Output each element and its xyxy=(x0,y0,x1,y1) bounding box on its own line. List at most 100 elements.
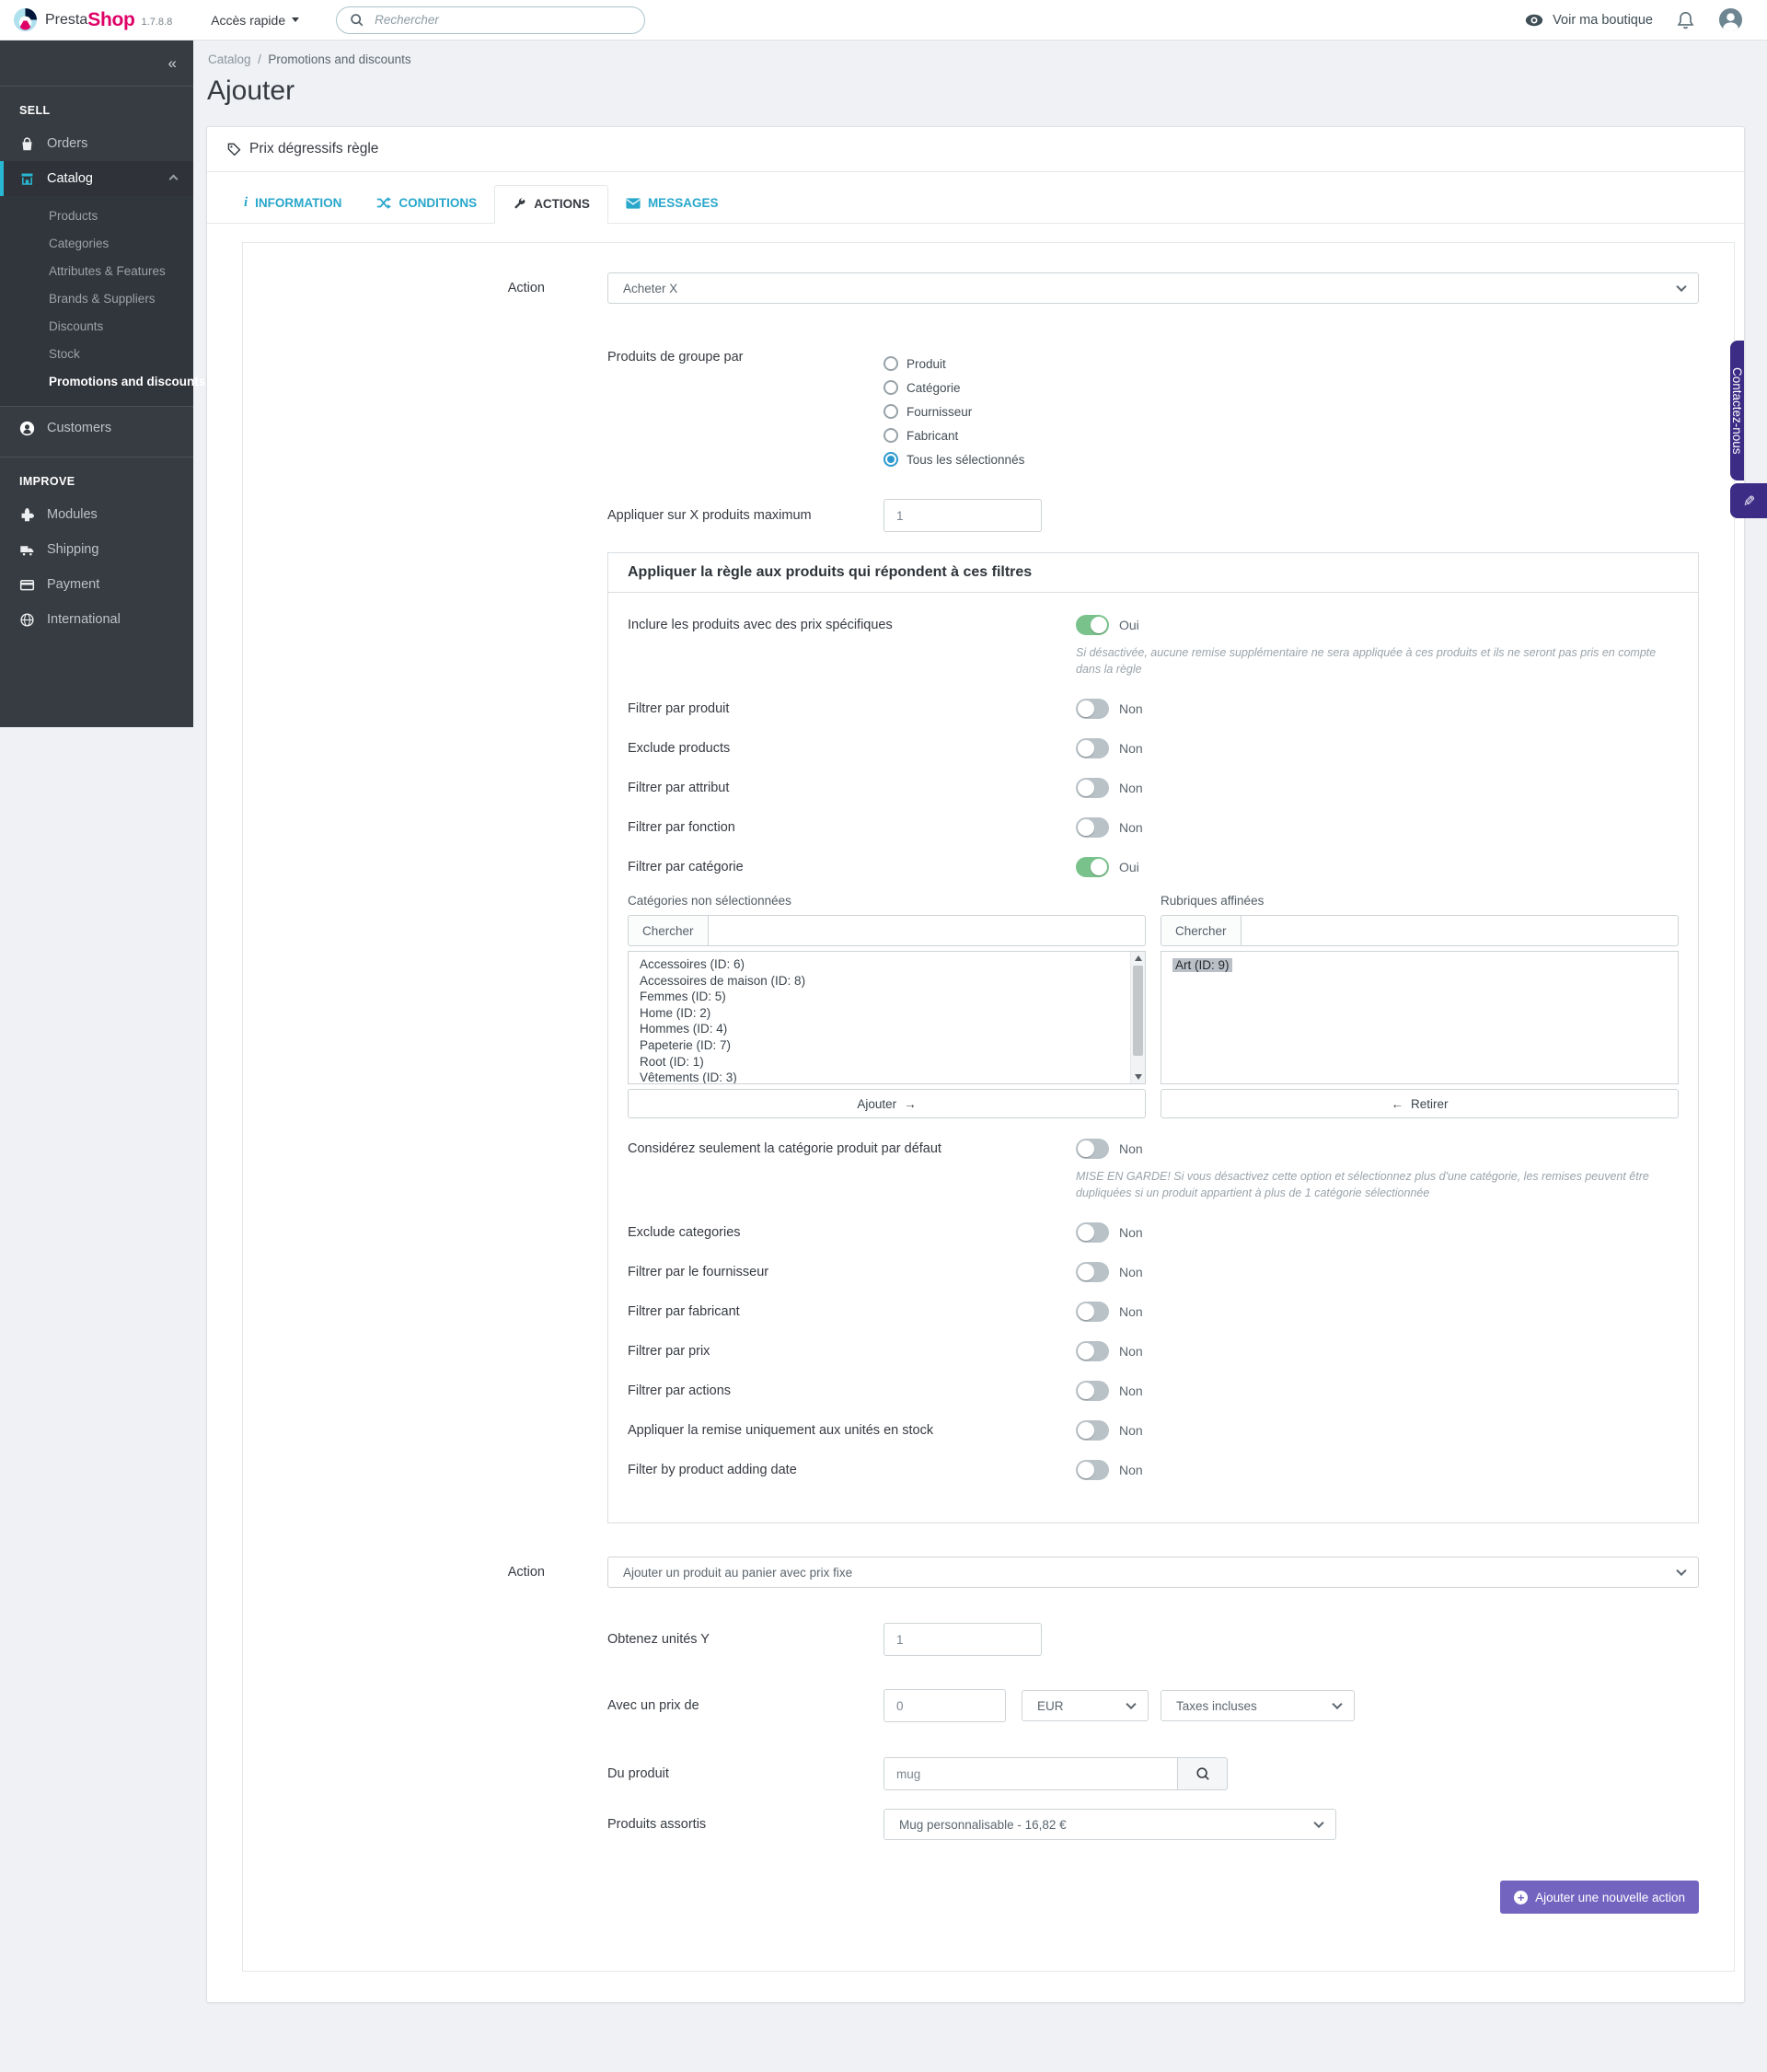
exclude-categories-toggle[interactable] xyxy=(1076,1222,1109,1243)
tab-information[interactable]: i INFORMATION xyxy=(226,185,359,223)
action2-select[interactable]: Ajouter un produit au panier avec prix f… xyxy=(607,1557,1699,1588)
sidebar-item-orders[interactable]: Orders xyxy=(0,126,193,161)
remove-category-button[interactable]: ← Retirer xyxy=(1161,1089,1679,1118)
add-category-button[interactable]: Ajouter → xyxy=(628,1089,1146,1118)
user-avatar[interactable] xyxy=(1718,7,1743,32)
sidebar-item-brands-suppliers[interactable]: Brands & Suppliers xyxy=(0,285,193,313)
radio-option-fabricant[interactable]: Fabricant xyxy=(884,423,1024,447)
category-option[interactable]: Root (ID: 1) xyxy=(640,1054,1132,1071)
selected-categories-title: Rubriques affinées xyxy=(1161,894,1265,908)
quick-access-menu[interactable]: Accès rapide xyxy=(211,13,300,28)
radio-icon xyxy=(884,428,898,443)
toggle-state: Non xyxy=(1119,1423,1143,1438)
assorted-select[interactable]: Mug personnalisable - 16,82 € xyxy=(884,1809,1336,1840)
filter-product-toggle[interactable] xyxy=(1076,699,1109,719)
prestashop-logo[interactable]: Presta Shop 1.7.8.8 xyxy=(13,7,172,32)
assorted-selected-value: Mug personnalisable - 16,82 € xyxy=(899,1817,1067,1832)
filter-category-toggle[interactable] xyxy=(1076,857,1109,877)
tab-actions[interactable]: ACTIONS xyxy=(494,185,608,224)
radio-option-produit[interactable]: Produit xyxy=(884,352,1024,376)
sidebar-item-customers[interactable]: Customers xyxy=(0,407,193,449)
search-input[interactable] xyxy=(373,12,632,28)
adding-date-toggle[interactable] xyxy=(1076,1460,1109,1480)
sidebar-item-attributes-features[interactable]: Attributes & Features xyxy=(0,258,193,285)
action1-row: Action Acheter X xyxy=(278,272,1699,304)
sidebar-item-modules[interactable]: Modules xyxy=(0,497,193,532)
stock-only-toggle[interactable] xyxy=(1076,1420,1109,1441)
view-shop-link[interactable]: Voir ma boutique xyxy=(1525,13,1653,28)
radio-selected-icon xyxy=(884,452,898,467)
filter-manufacturer-toggle[interactable] xyxy=(1076,1302,1109,1322)
sidebar-item-label: Shipping xyxy=(47,542,99,557)
sidebar-item-payment[interactable]: Payment xyxy=(0,567,193,602)
filter-row-attribute: Filtrer par attribut Non xyxy=(628,774,1679,802)
filter-attribute-toggle[interactable] xyxy=(1076,778,1109,798)
category-option[interactable]: Accessoires de maison (ID: 8) xyxy=(640,973,1132,990)
product-search-input[interactable] xyxy=(884,1757,1178,1790)
sidebar-item-promotions-discounts[interactable]: Promotions and discounts xyxy=(0,368,205,396)
action1-select[interactable]: Acheter X xyxy=(607,272,1699,304)
radio-option-fournisseur[interactable]: Fournisseur xyxy=(884,399,1024,423)
catalog-store-icon xyxy=(19,171,35,187)
list-scrollbar[interactable] xyxy=(1130,952,1145,1083)
radio-option-tous-selectionnes[interactable]: Tous les sélectionnés xyxy=(884,447,1024,471)
tab-conditions[interactable]: CONDITIONS xyxy=(359,185,494,223)
category-option[interactable]: Papeterie (ID: 7) xyxy=(640,1037,1132,1054)
arrow-right-icon: → xyxy=(904,1096,917,1111)
category-option[interactable]: Home (ID: 2) xyxy=(640,1005,1132,1022)
max-products-input[interactable] xyxy=(884,499,1042,532)
selected-categories-search-input[interactable] xyxy=(1241,915,1679,946)
add-new-action-button[interactable]: + Ajouter une nouvelle action xyxy=(1500,1881,1699,1914)
exclude-products-toggle[interactable] xyxy=(1076,738,1109,758)
sidebar-item-label: International xyxy=(47,612,121,627)
selected-category-option[interactable]: Art (ID: 9) xyxy=(1172,958,1232,972)
category-option[interactable]: Femmes (ID: 5) xyxy=(640,989,1132,1005)
notifications-bell-icon[interactable] xyxy=(1677,11,1694,29)
sidebar-item-products[interactable]: Products xyxy=(0,203,193,230)
sidebar-item-shipping[interactable]: Shipping xyxy=(0,532,193,567)
include-specific-toggle[interactable] xyxy=(1076,615,1109,635)
currency-select[interactable]: EUR xyxy=(1022,1690,1149,1721)
sidebar-item-stock[interactable]: Stock xyxy=(0,341,193,368)
orders-bag-icon xyxy=(19,136,35,152)
filter-actions-toggle[interactable] xyxy=(1076,1381,1109,1401)
filter-price-toggle[interactable] xyxy=(1076,1341,1109,1361)
available-categories-column: Catégories non sélectionnées Chercher Ac… xyxy=(628,894,1146,1118)
filter-feature-toggle[interactable] xyxy=(1076,817,1109,838)
filter-row-default-category: Considérez seulement la catégorie produi… xyxy=(628,1135,1679,1163)
filter-label: Filter by product adding date xyxy=(628,1463,797,1477)
category-option[interactable]: Accessoires (ID: 6) xyxy=(640,956,1132,973)
search-label-text: Chercher xyxy=(1175,923,1227,938)
breadcrumb-catalog[interactable]: Catalog xyxy=(208,52,251,66)
units-input[interactable] xyxy=(884,1623,1042,1656)
tax-select[interactable]: Taxes incluses xyxy=(1161,1690,1355,1721)
available-categories-search-input[interactable] xyxy=(708,915,1146,946)
assorted-label: Produits assortis xyxy=(607,1817,707,1832)
contact-us-button[interactable]: Contactez-nous xyxy=(1730,341,1744,480)
filter-supplier-toggle[interactable] xyxy=(1076,1262,1109,1282)
filter-row-supplier: Filtrer par le fournisseur Non xyxy=(628,1258,1679,1286)
tab-messages[interactable]: MESSAGES xyxy=(608,185,736,223)
filter-label: Filtrer par le fournisseur xyxy=(628,1265,769,1279)
chevron-down-icon xyxy=(1313,1817,1324,1829)
international-globe-icon xyxy=(19,612,35,628)
price-input[interactable] xyxy=(884,1689,1006,1722)
radio-icon xyxy=(884,356,898,371)
category-option[interactable]: Vêtements (ID: 3) xyxy=(640,1070,1132,1083)
search-label-button[interactable]: Chercher xyxy=(1161,915,1242,946)
add-new-action-label: Ajouter une nouvelle action xyxy=(1535,1890,1685,1904)
sidebar-item-catalog[interactable]: Catalog xyxy=(0,161,193,196)
category-option[interactable]: Hommes (ID: 4) xyxy=(640,1021,1132,1037)
toggle-state: Non xyxy=(1119,1304,1143,1319)
sidebar-collapse-button[interactable]: « xyxy=(0,41,193,87)
contact-pencil-button[interactable]: ✎ xyxy=(1730,483,1767,518)
product-search-button[interactable] xyxy=(1178,1757,1228,1790)
radio-option-categorie[interactable]: Catégorie xyxy=(884,376,1024,399)
sidebar-item-international[interactable]: International xyxy=(0,602,193,637)
price-row: Avec un prix de EUR Taxes incluses xyxy=(607,1689,1699,1722)
search-label-button[interactable]: Chercher xyxy=(628,915,709,946)
sidebar-item-label: Customers xyxy=(47,421,112,435)
sidebar-item-categories[interactable]: Categories xyxy=(0,230,193,258)
default-category-toggle[interactable] xyxy=(1076,1139,1109,1159)
sidebar-item-discounts[interactable]: Discounts xyxy=(0,313,193,341)
